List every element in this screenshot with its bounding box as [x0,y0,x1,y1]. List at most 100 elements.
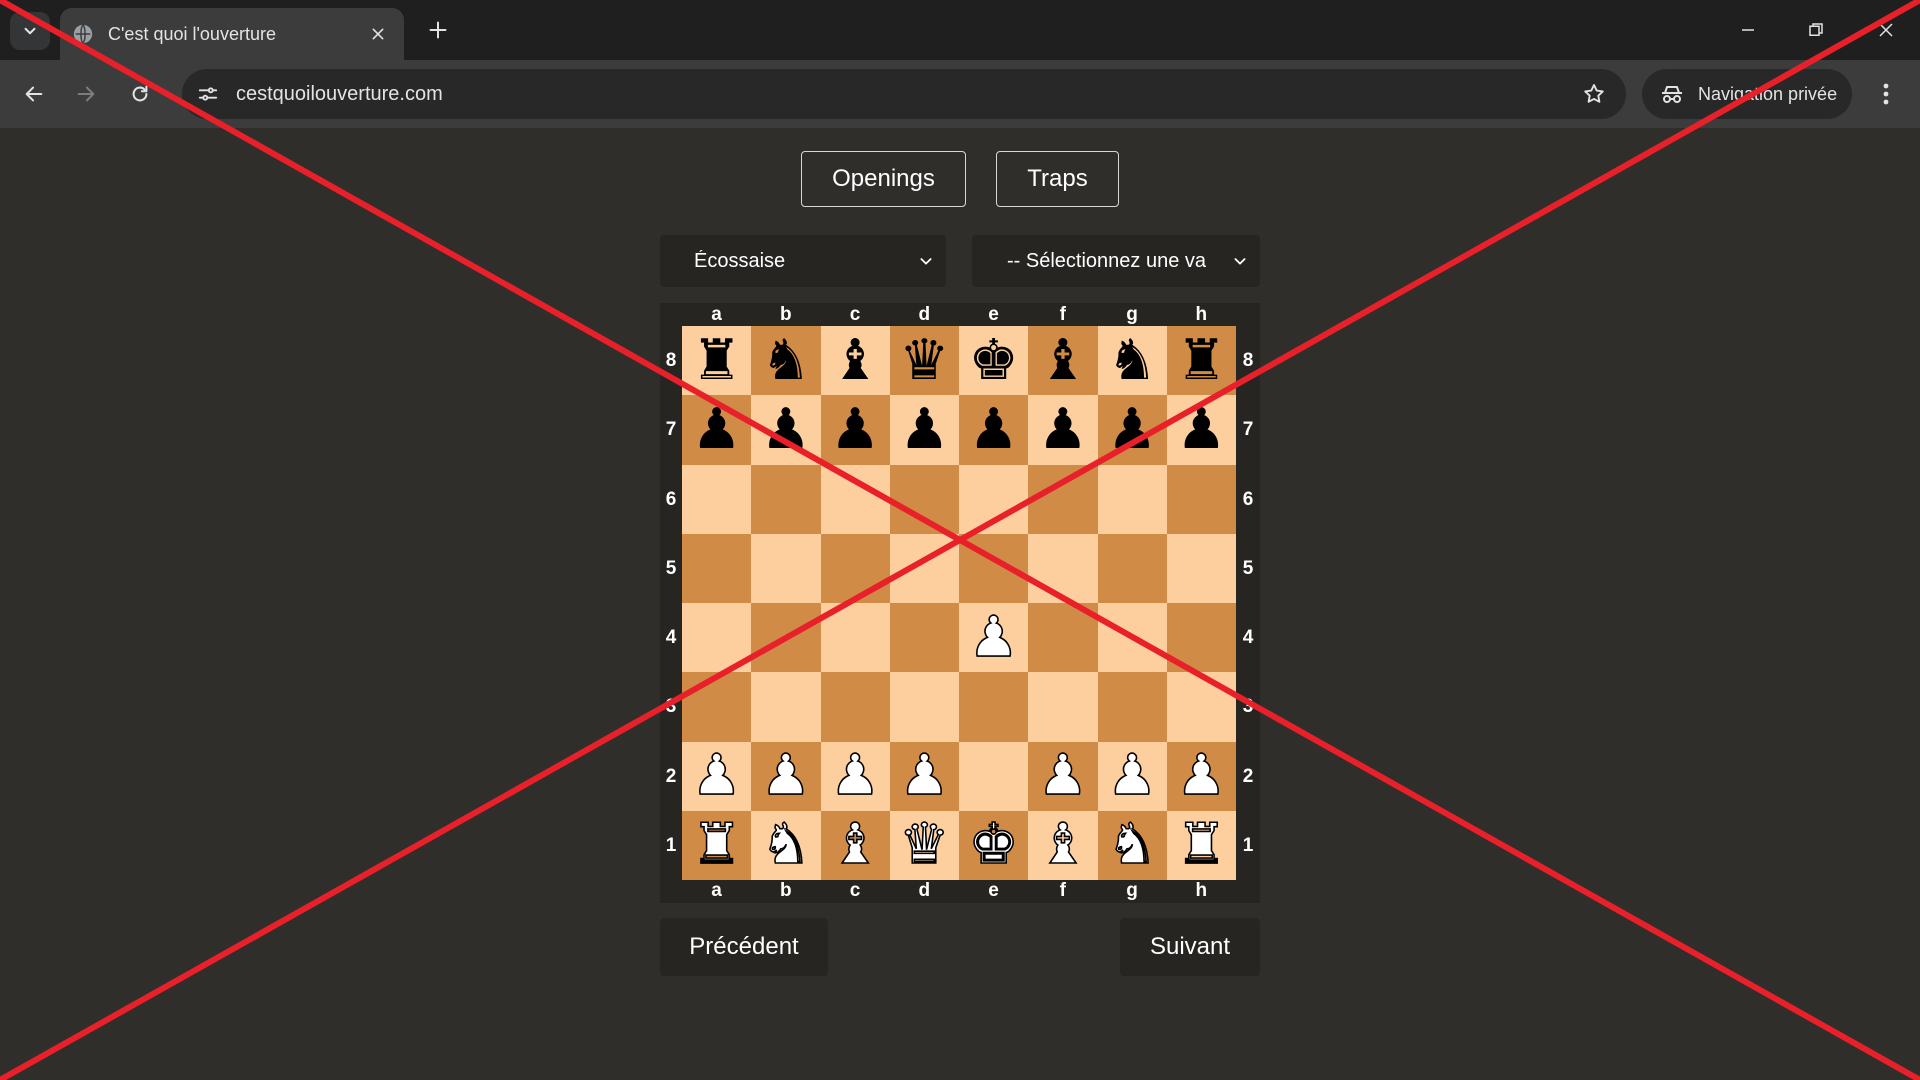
traps-button[interactable]: Traps [996,151,1119,207]
board-square-f4[interactable] [1028,603,1098,673]
board-square-c6[interactable] [820,464,890,534]
board-square-f8[interactable]: ♝ [1028,326,1098,396]
board-square-c2[interactable]: ♟ [820,741,890,811]
board-square-a4[interactable] [682,603,752,673]
chess-piece[interactable]: ♟ [692,401,742,458]
site-info-icon[interactable] [192,78,224,110]
chess-piece[interactable]: ♟ [899,401,949,458]
previous-button[interactable]: Précédent [660,918,828,976]
board-square-g6[interactable] [1097,464,1167,534]
board-square-a3[interactable] [682,672,752,742]
board-square-h7[interactable]: ♟ [1166,395,1236,465]
board-square-f6[interactable] [1028,464,1098,534]
board-square-a2[interactable]: ♟ [682,741,752,811]
board-square-a5[interactable] [682,533,752,603]
minimize-button[interactable] [1728,10,1768,50]
board-square-d1[interactable]: ♛ [889,810,959,880]
chess-piece[interactable]: ♟ [1106,747,1158,805]
chess-piece[interactable]: ♜ [691,816,743,874]
chess-piece[interactable]: ♛ [899,332,949,389]
board-square-f7[interactable]: ♟ [1028,395,1098,465]
chess-piece[interactable]: ♚ [968,816,1020,874]
chess-piece[interactable]: ♟ [760,747,812,805]
chess-piece[interactable]: ♞ [761,332,811,389]
chess-piece[interactable]: ♜ [1176,332,1226,389]
chess-piece[interactable]: ♜ [1175,816,1227,874]
board-square-g2[interactable]: ♟ [1097,741,1167,811]
board-square-b7[interactable]: ♟ [751,395,821,465]
board-square-c4[interactable] [820,603,890,673]
chess-piece[interactable]: ♟ [1038,401,1088,458]
board-square-c7[interactable]: ♟ [820,395,890,465]
chess-piece[interactable]: ♟ [691,747,743,805]
chess-piece[interactable]: ♟ [761,401,811,458]
chess-piece[interactable]: ♟ [968,608,1020,666]
chess-piece[interactable]: ♟ [1107,401,1157,458]
board-square-e2[interactable] [959,741,1029,811]
board-square-h4[interactable] [1166,603,1236,673]
board-square-f1[interactable]: ♝ [1028,810,1098,880]
board-square-d8[interactable]: ♛ [889,326,959,396]
board-square-h2[interactable]: ♟ [1166,741,1236,811]
chess-piece[interactable]: ♞ [1106,816,1158,874]
board-square-e8[interactable]: ♚ [959,326,1029,396]
close-window-button[interactable] [1866,10,1906,50]
board-square-d7[interactable]: ♟ [889,395,959,465]
board-square-g8[interactable]: ♞ [1097,326,1167,396]
address-bar[interactable]: cestquoilouverture.com [182,69,1626,119]
board-square-c3[interactable] [820,672,890,742]
board-square-d5[interactable] [889,533,959,603]
chess-piece[interactable]: ♟ [1176,401,1226,458]
board-square-g4[interactable] [1097,603,1167,673]
chess-piece[interactable]: ♝ [830,332,880,389]
board-square-f2[interactable]: ♟ [1028,741,1098,811]
chess-piece[interactable]: ♟ [1175,747,1227,805]
board-square-b3[interactable] [751,672,821,742]
close-icon[interactable] [366,22,390,46]
board-square-a7[interactable]: ♟ [682,395,752,465]
board-square-g3[interactable] [1097,672,1167,742]
board-square-e1[interactable]: ♚ [959,810,1029,880]
board-square-f5[interactable] [1028,533,1098,603]
tab-search-button[interactable] [10,12,50,50]
chess-piece[interactable]: ♞ [1107,332,1157,389]
opening-select[interactable]: Écossaise [660,235,946,287]
chess-piece[interactable]: ♝ [1038,332,1088,389]
board-square-f3[interactable] [1028,672,1098,742]
chess-piece[interactable]: ♟ [829,747,881,805]
board-square-d2[interactable]: ♟ [889,741,959,811]
variation-select[interactable]: -- Sélectionnez une va [972,235,1260,287]
board-square-e3[interactable] [959,672,1029,742]
restore-button[interactable] [1796,10,1836,50]
star-icon[interactable] [1580,80,1608,108]
board-square-b4[interactable] [751,603,821,673]
browser-menu-button[interactable] [1870,74,1902,114]
board-square-e6[interactable] [959,464,1029,534]
board-square-h3[interactable] [1166,672,1236,742]
board-square-a1[interactable]: ♜ [682,810,752,880]
chess-piece[interactable]: ♚ [969,332,1019,389]
browser-tab[interactable]: C'est quoi l'ouverture [60,8,404,60]
next-button[interactable]: Suivant [1120,918,1260,976]
url-text[interactable]: cestquoilouverture.com [236,83,443,106]
chess-piece[interactable]: ♛ [898,816,950,874]
board-square-g1[interactable]: ♞ [1097,810,1167,880]
chess-piece[interactable]: ♞ [760,816,812,874]
board-square-b1[interactable]: ♞ [751,810,821,880]
board-square-a8[interactable]: ♜ [682,326,752,396]
chess-piece[interactable]: ♝ [1037,816,1089,874]
board-square-d6[interactable] [889,464,959,534]
openings-button[interactable]: Openings [801,151,966,207]
board-square-b6[interactable] [751,464,821,534]
board-square-d4[interactable] [889,603,959,673]
new-tab-button[interactable] [422,14,454,46]
board-square-b2[interactable]: ♟ [751,741,821,811]
board-square-e4[interactable]: ♟ [959,603,1029,673]
chess-piece[interactable]: ♟ [830,401,880,458]
chess-board[interactable]: ♜ ♞ ♝ ♛ ♚ ♝ ♞ ♜ ♟ ♟ ♟ ♟ ♟ ♟ ♟ ♟ ♟ ♟ ♟ ♟ ♟ ♟ ♟ ♟ ♜ ♞ ♝ ♛ ♚ ♝ ♞ ♜ [682,326,1236,880]
chess-piece[interactable]: ♟ [898,747,950,805]
board-square-b5[interactable] [751,533,821,603]
board-square-d3[interactable] [889,672,959,742]
board-square-c5[interactable] [820,533,890,603]
board-square-a6[interactable] [682,464,752,534]
